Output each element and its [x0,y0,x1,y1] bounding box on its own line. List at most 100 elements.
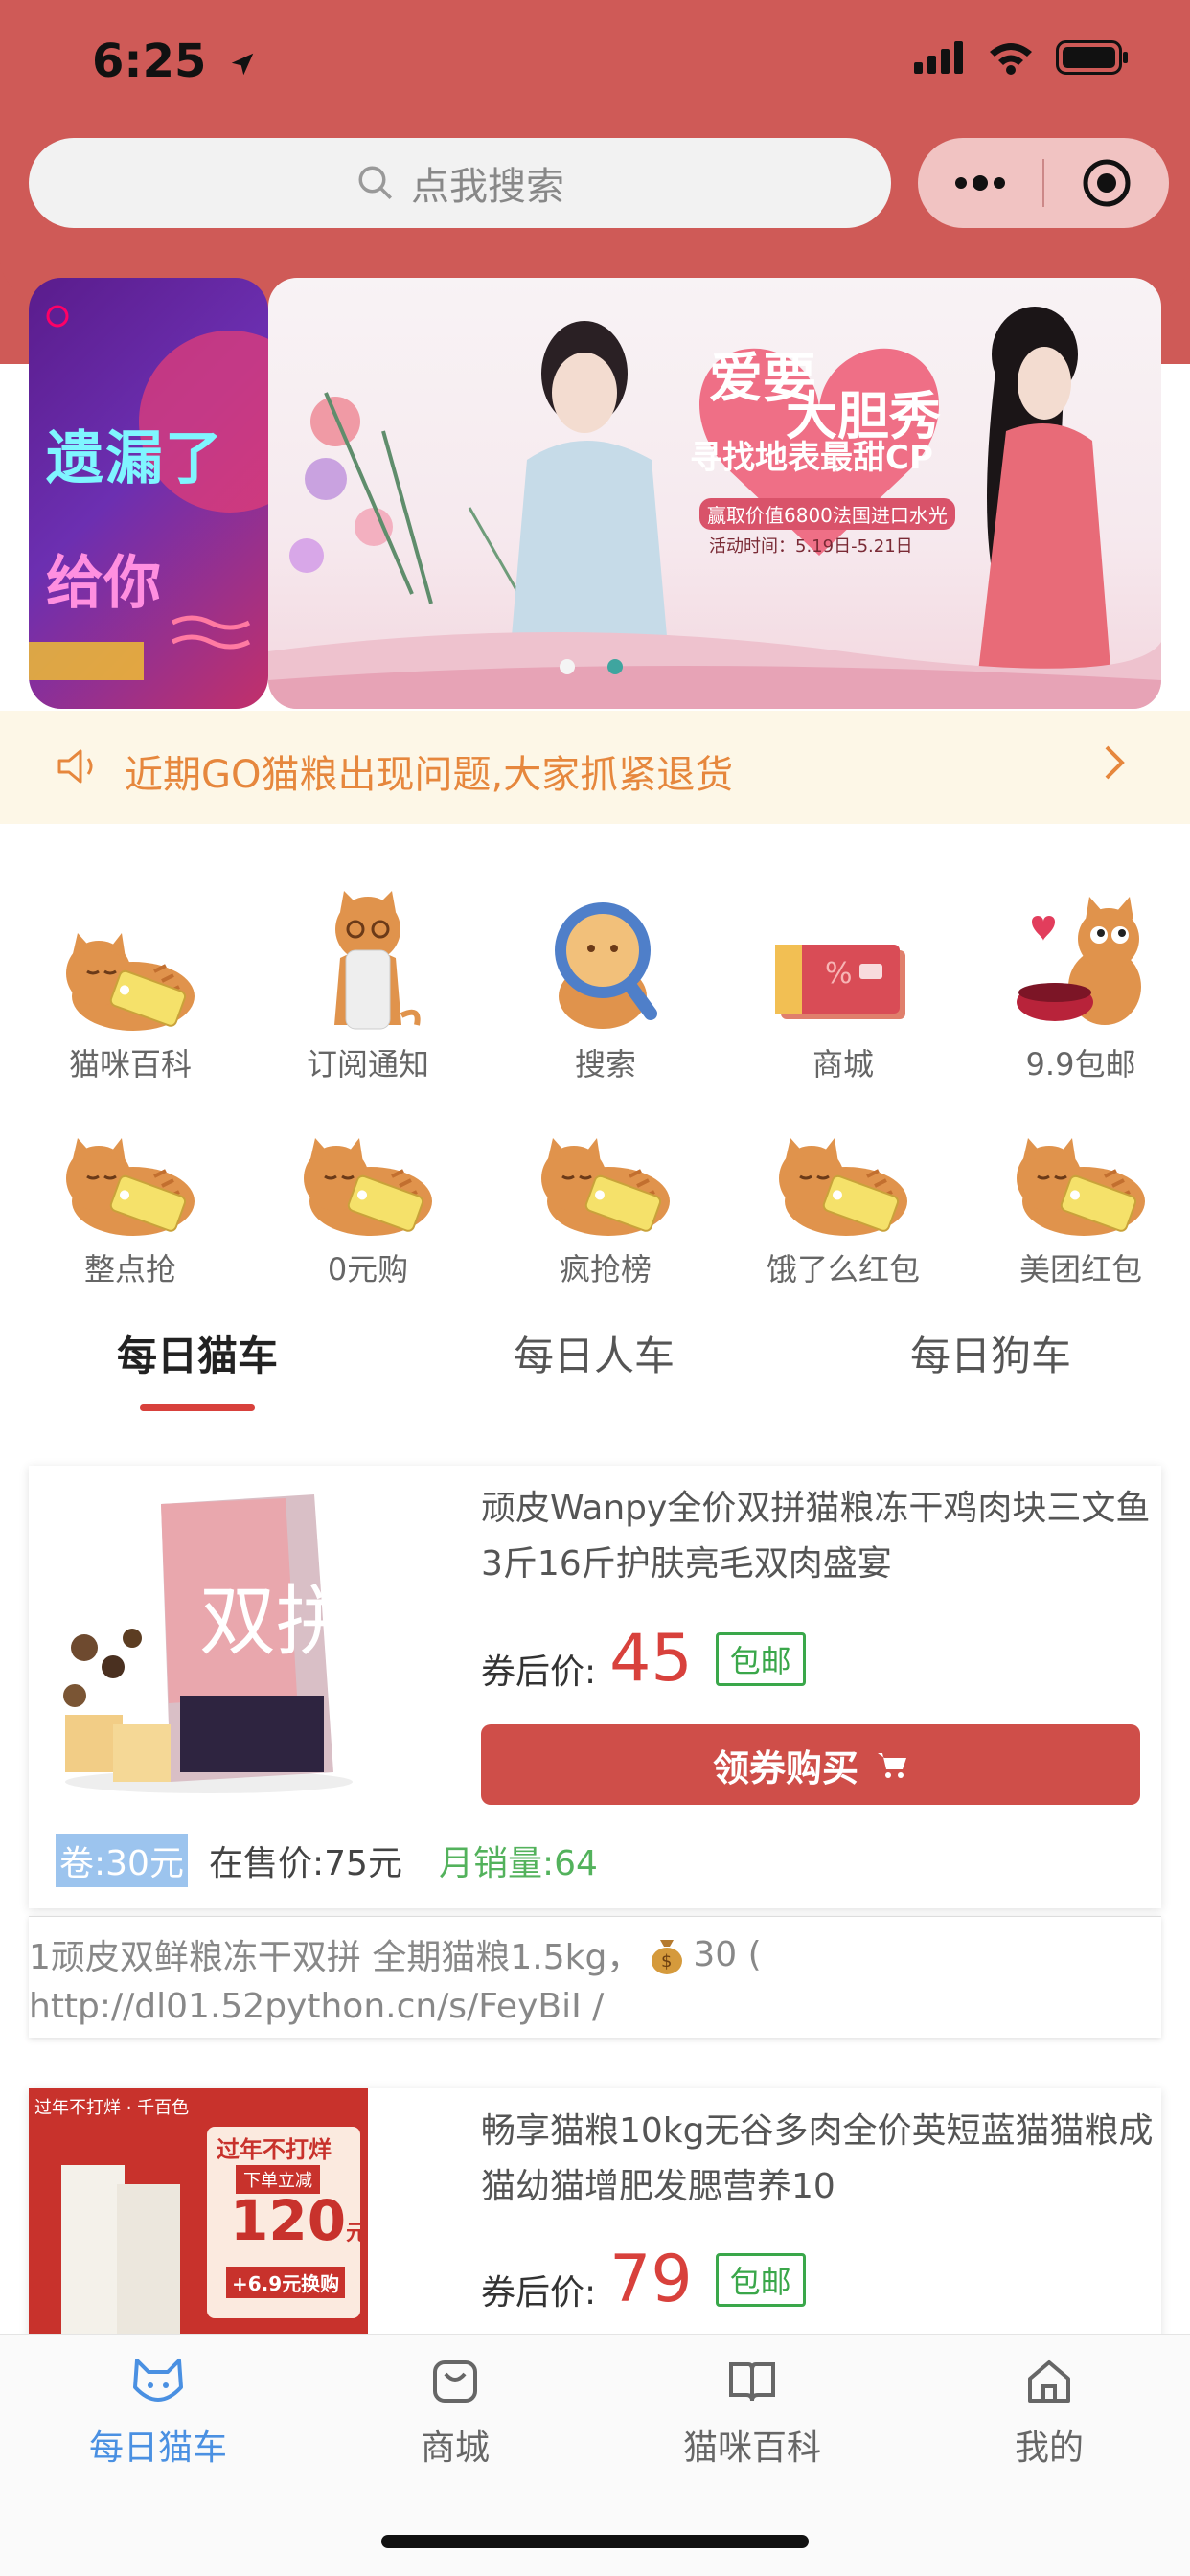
bottom-nav-label: 猫咪百科 [682,2428,821,2468]
banner-slide-current[interactable]: 爱要 大胆秀 寻找地表最甜CP 赢取价值6800法国进口水光 活动时间：5.19… [268,278,1161,709]
product-image[interactable]: 过年不打烊 · 千百色 过年不打烊 下单立减 120元 +6.9元换购 [29,2088,368,2334]
grid-item-3[interactable]: % 商城 [728,862,958,1084]
price-value: 79 [609,2242,693,2317]
bottom-nav-item-3[interactable]: 我的 [901,2351,1190,2470]
home-indicator[interactable] [381,2535,809,2548]
grid-item-label: 9.9包邮 [1025,1046,1136,1083]
free-shipping-badge: 包邮 [715,1631,806,1686]
original-price: 在售价:75元 [209,1844,402,1883]
tab-daily-dog[interactable]: 每日狗车 [910,1324,1071,1382]
grid-item-label: 美团红包 [1018,1251,1142,1288]
free-shipping-badge: 包邮 [715,2252,806,2307]
cart-icon [878,1753,906,1778]
cat-tag-icon [15,1106,245,1240]
cat-tag-icon [966,1106,1190,1240]
banner-slide-previous[interactable]: 遗漏了 给你 [29,278,268,709]
banner-left-text-2: 给你 [46,550,161,617]
image-banner-text: 过年不打烊 [217,2136,332,2163]
close-miniprogram-button[interactable] [1044,156,1169,210]
grid-item-label: 搜索 [574,1046,636,1083]
location-arrow-icon [231,53,254,76]
miniprogram-capsule [918,138,1169,228]
banner-subtitle: 寻找地表最甜CP [690,439,933,477]
target-close-icon [1083,159,1131,207]
grid-item-8[interactable]: 饿了么红包 [728,1106,958,1289]
more-dots-icon [955,175,1005,191]
grid-item-6[interactable]: 0元购 [253,1106,483,1289]
grid-item-label: 饿了么红包 [766,1251,920,1288]
battery-icon [1056,40,1128,75]
description-text: 1顽皮双鲜粮冻干双拼 全期猫粮1.5kg， [29,1938,642,1977]
grid-item-1[interactable]: 订阅通知 [253,862,483,1084]
image-amount-unit: 元 [346,2222,368,2245]
cat-tag-icon [15,862,245,1035]
banner-left-text-1: 遗漏了 [46,425,224,492]
banner-prize: 赢取价值6800法国进口水光 [699,498,955,530]
grid-item-label: 0元购 [327,1251,409,1288]
bottom-nav-label: 每日猫车 [88,2428,227,2468]
banner-date: 活动时间：5.19日-5.21日 [709,536,913,557]
product-title[interactable]: 顽皮Wanpy全价双拼猫粮冻干鸡肉块三文鱼3斤16斤护肤亮毛双肉盛宴 [481,1481,1163,1592]
bottom-nav-item-0[interactable]: 每日猫车 [10,2351,307,2470]
card-icon: % [728,862,958,1035]
image-amount-value: 120 [230,2188,347,2253]
cat-bottle-icon [253,862,483,1035]
cat-bowl-icon [966,862,1190,1035]
image-promo-text: +6.9元换购 [226,2267,346,2298]
status-icons [914,40,1129,75]
grid-item-label: 整点抢 [83,1251,176,1288]
carousel-dot-1[interactable] [560,659,575,674]
status-time: 6:25 [92,34,257,88]
speaker-icon [57,749,93,784]
description-link[interactable]: http://dl01.52python.cn/s/FeyBiI / [29,1987,604,2026]
buy-button-label: 领券购买 [712,1746,858,1790]
cellular-signal-icon [914,41,963,74]
image-bag-1 [61,2165,125,2334]
wifi-icon [990,43,1032,75]
description-line1: 1顽皮双鲜粮冻干双拼 全期猫粮1.5kg， $ 30 ( [29,1929,762,1979]
tab-daily-people[interactable]: 每日人车 [514,1324,675,1382]
buy-coupon-button[interactable]: 领券购买 [481,1724,1140,1805]
chevron-right-icon [1105,745,1125,780]
price-value: 45 [609,1621,693,1697]
product-image-caption: 双拼 [199,1577,353,1666]
price-row: 券后价: 45 包邮 [481,1621,806,1697]
image-amount: 120元 [230,2188,367,2253]
grid-item-5[interactable]: 整点抢 [15,1106,245,1289]
svg-text:%: % [825,957,853,991]
grid-item-label: 猫咪百科 [68,1046,192,1083]
bottom-nav-label: 我的 [1014,2428,1084,2468]
active-tab-indicator [140,1404,255,1411]
cat-tag-icon [253,1106,483,1240]
cat-magnifier-icon [491,862,721,1035]
bottom-nav-label: 商城 [420,2428,490,2468]
notice-text: 近期GO猫粮出现问题,大家抓紧退货 [125,753,734,797]
product-image[interactable]: 双拼 [46,1485,372,1801]
search-bar[interactable]: 点我搜索 [29,138,891,228]
search-placeholder: 点我搜索 [411,165,564,209]
bag-icon [307,2351,604,2412]
search-icon [358,166,392,199]
home-icon [901,2351,1190,2412]
grid-item-0[interactable]: 猫咪百科 [15,862,245,1084]
cat-face-icon [10,2351,307,2412]
coupon-badge: 卷:30元 [56,1834,188,1887]
image-bag-2 [117,2184,180,2334]
bottom-nav-item-1[interactable]: 商城 [307,2351,604,2470]
money-bag-icon: $ [652,1940,683,1974]
cat-tag-icon [491,1106,721,1240]
grid-item-2[interactable]: 搜索 [491,862,721,1084]
book-icon [604,2351,901,2412]
grid-item-9[interactable]: 美团红包 [966,1106,1190,1289]
grid-item-7[interactable]: 疯抢榜 [491,1106,721,1289]
grid-item-4[interactable]: 9.9包邮 [966,862,1190,1084]
more-button[interactable] [918,173,1042,193]
grid-item-label: 订阅通知 [306,1046,429,1083]
grid-item-label: 商城 [812,1046,874,1083]
tab-daily-cat[interactable]: 每日猫车 [117,1324,278,1382]
product-title[interactable]: 畅享猫粮10kg无谷多肉全价英短蓝猫猫粮成猫幼猫增肥发腮营养10 [481,2104,1163,2215]
bottom-nav-item-2[interactable]: 猫咪百科 [604,2351,901,2470]
carousel-dot-2[interactable] [607,659,623,674]
monthly-sales: 月销量:64 [439,1844,598,1883]
cat-tag-icon [728,1106,958,1240]
